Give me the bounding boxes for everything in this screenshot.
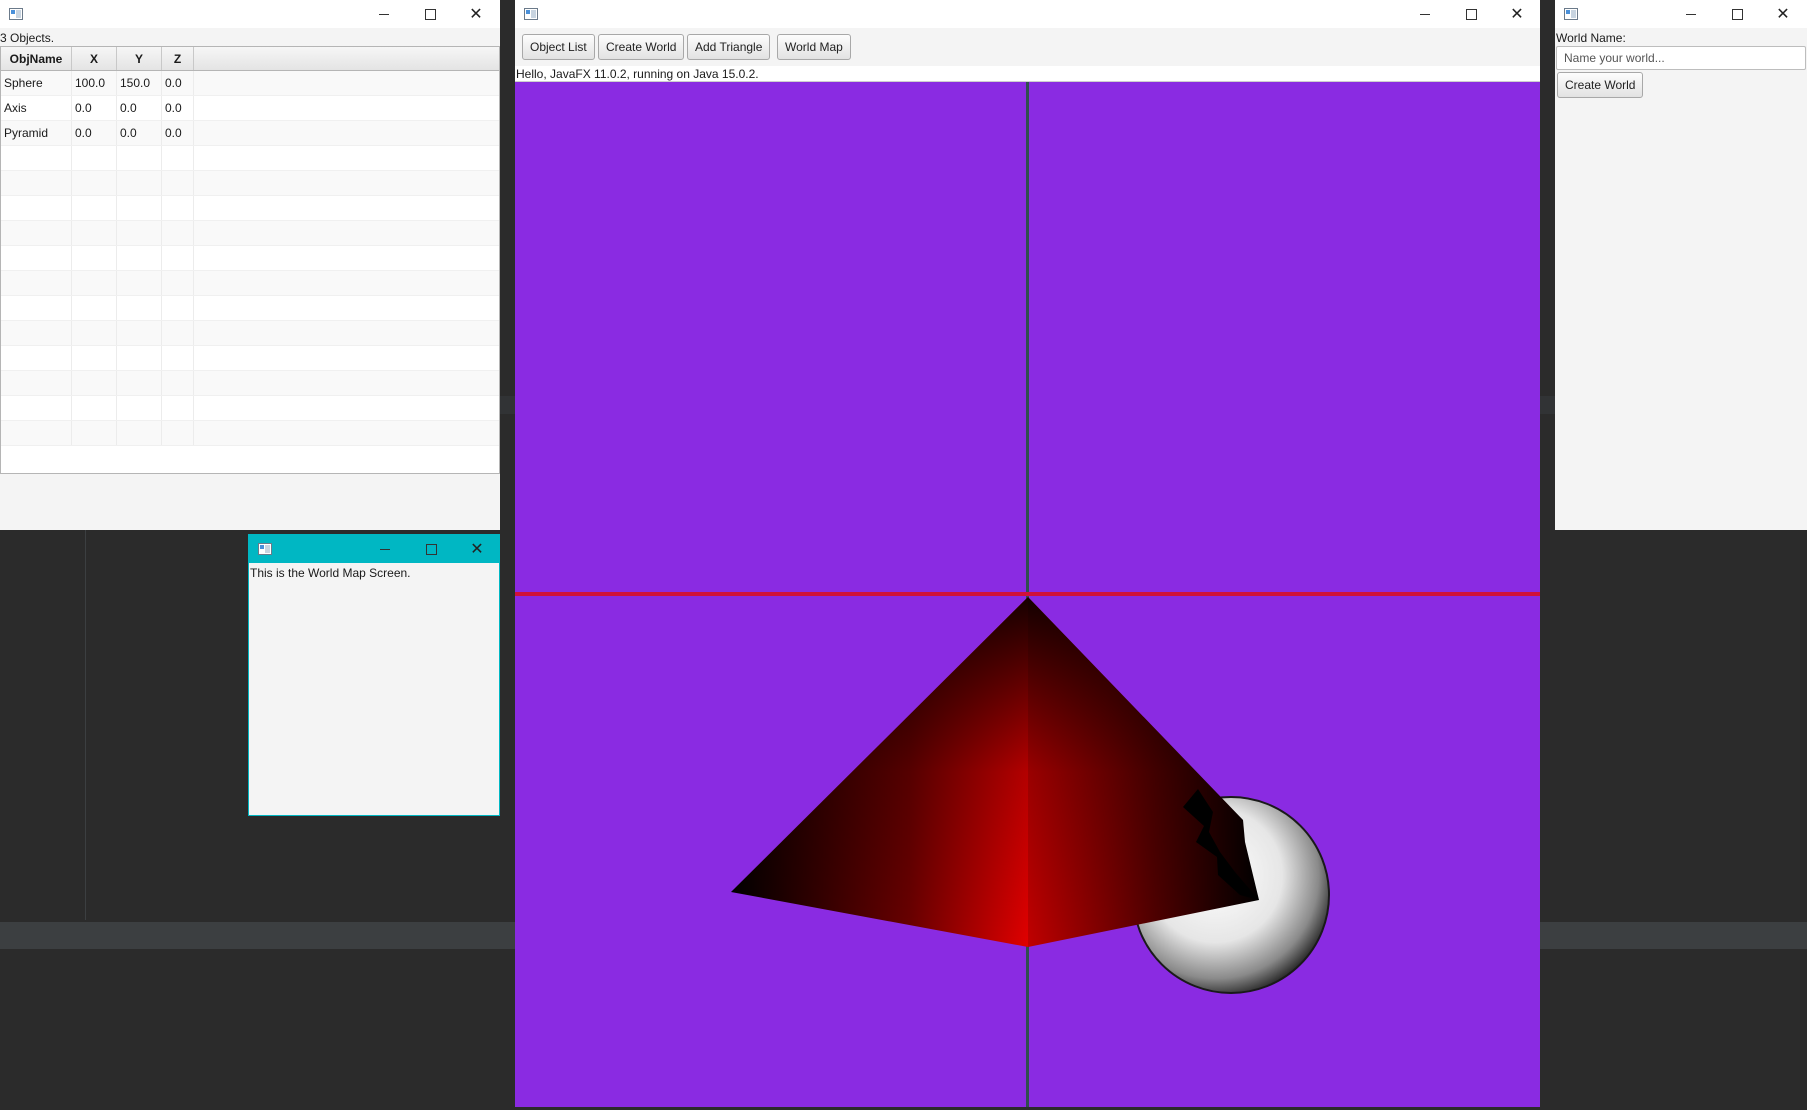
- minimize-icon: [380, 548, 390, 550]
- cell-objname: Sphere: [1, 71, 72, 95]
- background-divider: [85, 530, 86, 920]
- cell-z: 0.0: [162, 121, 194, 145]
- column-header-objname[interactable]: ObjName: [1, 47, 72, 70]
- maximize-button[interactable]: [407, 0, 453, 28]
- table-row[interactable]: Axis 0.0 0.0 0.0: [1, 96, 499, 121]
- empty-row: [1, 296, 499, 321]
- close-icon: ✕: [470, 539, 484, 558]
- toolbar: Object List Create World Add Triangle Wo…: [515, 28, 1540, 67]
- world-name-window: ✕ World Name: Create World: [1555, 0, 1807, 530]
- status-label: Hello, JavaFX 11.0.2, running on Java 15…: [515, 66, 1540, 82]
- create-world-button[interactable]: Create World: [1557, 72, 1644, 98]
- object-list-window: ✕ 3 Objects. ObjName X Y Z Sphere 100.0 …: [0, 0, 500, 530]
- close-button[interactable]: ✕: [453, 0, 499, 28]
- empty-row: [1, 346, 499, 371]
- table-row[interactable]: Pyramid 0.0 0.0 0.0: [1, 121, 499, 146]
- minimize-icon: [1686, 13, 1696, 15]
- maximize-button[interactable]: [1714, 0, 1760, 28]
- world-map-text: This is the World Map Screen.: [250, 566, 411, 580]
- app-icon: [1564, 8, 1578, 20]
- table-header: ObjName X Y Z: [1, 47, 499, 71]
- maximize-button[interactable]: [1448, 0, 1494, 28]
- minimize-button[interactable]: [361, 0, 407, 28]
- cell-x: 100.0: [72, 71, 117, 95]
- empty-row: [1, 196, 499, 221]
- empty-row: [1, 171, 499, 196]
- cell-objname: Axis: [1, 96, 72, 120]
- world-map-content: This is the World Map Screen.: [249, 563, 499, 815]
- minimize-button[interactable]: [362, 535, 408, 563]
- object-count: 3 Objects.: [0, 31, 55, 45]
- app-icon: [258, 543, 272, 555]
- world-name-label: World Name:: [1556, 31, 1626, 45]
- 3d-scene-viewport[interactable]: [515, 82, 1540, 1107]
- maximize-button[interactable]: [408, 535, 454, 563]
- titlebar[interactable]: ✕: [249, 535, 499, 563]
- app-icon: [524, 8, 538, 20]
- app-icon: [9, 8, 23, 20]
- column-header-z[interactable]: Z: [162, 47, 194, 70]
- cell-filler: [194, 96, 499, 120]
- world-name-input[interactable]: [1556, 46, 1806, 70]
- object-list-button[interactable]: Object List: [522, 34, 595, 60]
- titlebar[interactable]: ✕: [0, 0, 500, 28]
- close-button[interactable]: ✕: [1760, 0, 1806, 28]
- x-axis-line: [515, 592, 1540, 596]
- table-row[interactable]: Sphere 100.0 150.0 0.0: [1, 71, 499, 96]
- scene-canvas: [515, 82, 1540, 1107]
- column-header-filler: [194, 47, 499, 70]
- world-map-window: ✕ This is the World Map Screen.: [248, 534, 500, 816]
- empty-row: [1, 221, 499, 246]
- table-body: Sphere 100.0 150.0 0.0 Axis 0.0 0.0 0.0 …: [1, 71, 499, 446]
- titlebar[interactable]: ✕: [1555, 0, 1807, 28]
- close-icon: ✕: [1776, 4, 1790, 23]
- column-header-x[interactable]: X: [72, 47, 117, 70]
- empty-row: [1, 271, 499, 296]
- minimize-icon: [1420, 13, 1430, 15]
- maximize-icon: [424, 8, 436, 20]
- cell-objname: Pyramid: [1, 121, 72, 145]
- add-triangle-button[interactable]: Add Triangle: [687, 34, 771, 60]
- cell-y: 0.0: [117, 121, 162, 145]
- empty-row: [1, 421, 499, 446]
- minimize-icon: [379, 13, 389, 15]
- main-window: ✕ Object List Create World Add Triangle …: [515, 0, 1540, 1107]
- empty-row: [1, 146, 499, 171]
- column-header-y[interactable]: Y: [117, 47, 162, 70]
- minimize-button[interactable]: [1402, 0, 1448, 28]
- close-icon: ✕: [1510, 4, 1524, 23]
- maximize-icon: [1731, 8, 1743, 20]
- close-icon: ✕: [469, 4, 483, 23]
- empty-row: [1, 246, 499, 271]
- empty-row: [1, 396, 499, 421]
- cell-y: 0.0: [117, 96, 162, 120]
- create-world-button[interactable]: Create World: [598, 34, 685, 60]
- cell-z: 0.0: [162, 71, 194, 95]
- empty-row: [1, 321, 499, 346]
- close-button[interactable]: ✕: [454, 535, 500, 563]
- maximize-icon: [425, 543, 437, 555]
- cell-filler: [194, 71, 499, 95]
- minimize-button[interactable]: [1668, 0, 1714, 28]
- cell-z: 0.0: [162, 96, 194, 120]
- cell-x: 0.0: [72, 96, 117, 120]
- cell-x: 0.0: [72, 121, 117, 145]
- cell-filler: [194, 121, 499, 145]
- world-name-content: World Name: Create World: [1555, 28, 1807, 530]
- maximize-icon: [1465, 8, 1477, 20]
- titlebar[interactable]: ✕: [515, 0, 1540, 28]
- empty-row: [1, 371, 499, 396]
- object-list-content: 3 Objects. ObjName X Y Z Sphere 100.0 15…: [0, 28, 500, 530]
- object-table[interactable]: ObjName X Y Z Sphere 100.0 150.0 0.0 Axi…: [0, 46, 500, 474]
- close-button[interactable]: ✕: [1494, 0, 1540, 28]
- world-map-button[interactable]: World Map: [777, 34, 851, 60]
- cell-y: 150.0: [117, 71, 162, 95]
